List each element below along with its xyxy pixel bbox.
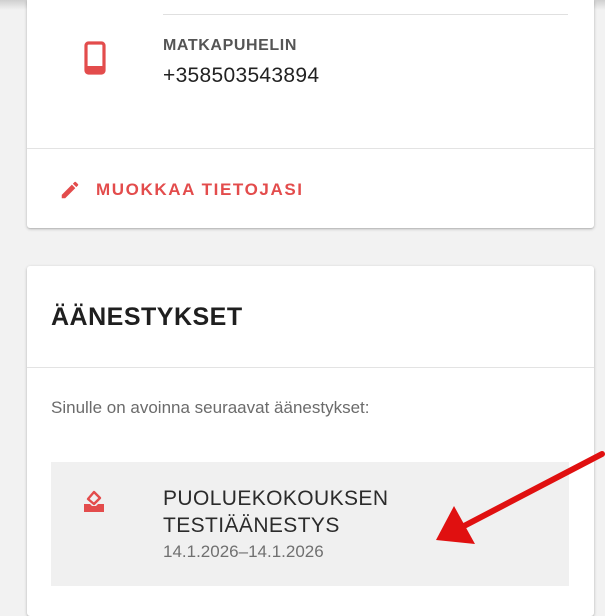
divider	[27, 148, 594, 149]
vote-title: PUOLUEKOKOUKSEN TESTIÄÄNESTYS	[163, 487, 389, 537]
contact-card: MATKAPUHELIN +358503543894 MUOKKAA TIETO…	[27, 0, 594, 228]
ballot-box-icon	[84, 490, 104, 512]
annotation-arrow	[436, 451, 605, 544]
vote-dates: 14.1.2026–14.1.2026	[163, 542, 324, 561]
phone-number: +358503543894	[163, 64, 320, 87]
phone-label: MATKAPUHELIN	[163, 37, 298, 54]
votes-card: ÄÄNESTYKSET Sinulle on avoinna seuraavat…	[27, 266, 594, 616]
edit-info-button[interactable]: MUOKKAA TIETOJASI	[59, 170, 304, 210]
divider	[27, 367, 594, 368]
votes-intro-text: Sinulle on avoinna seuraavat äänestykset…	[51, 398, 370, 417]
edit-info-label: MUOKKAA TIETOJASI	[96, 180, 304, 199]
mobile-phone-icon	[84, 41, 106, 75]
divider	[163, 14, 568, 15]
pencil-icon	[61, 181, 79, 199]
votes-title: ÄÄNESTYKSET	[51, 303, 243, 331]
